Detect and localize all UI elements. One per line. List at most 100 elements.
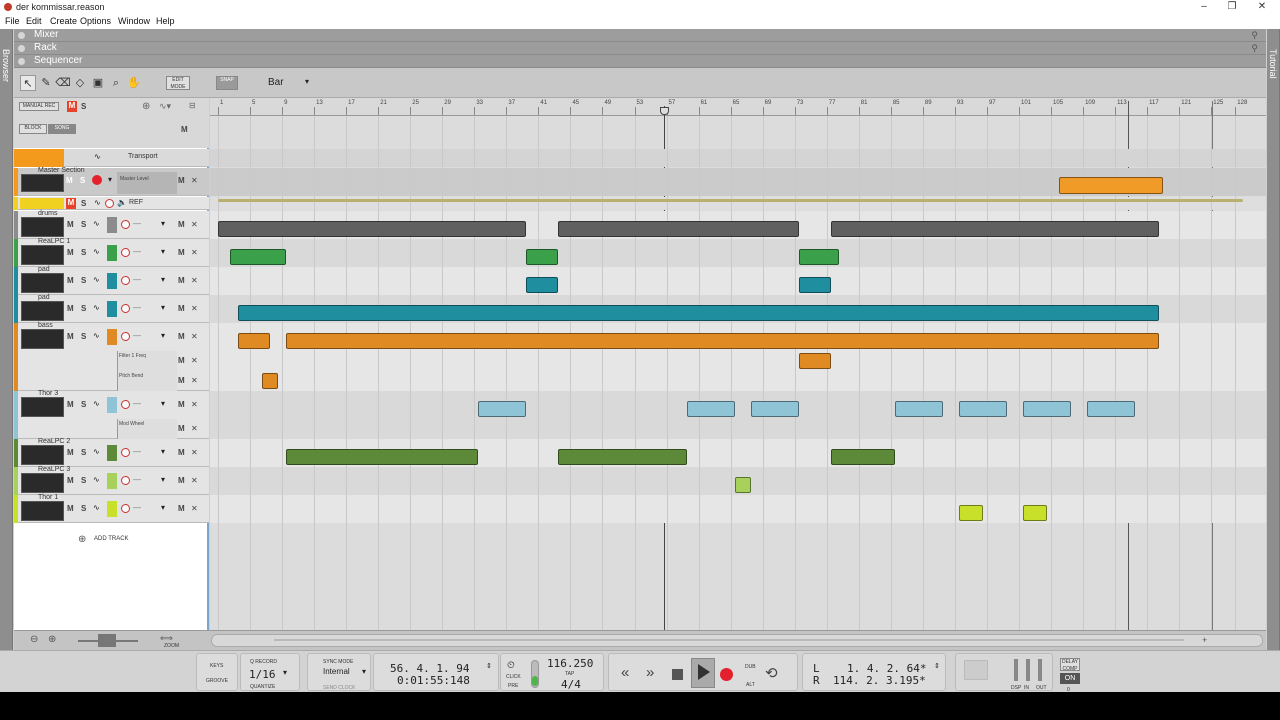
close-button[interactable]: ✕ bbox=[1250, 1, 1274, 13]
sequencer-clip[interactable] bbox=[750, 401, 799, 417]
q-record-label[interactable]: Q RECORD bbox=[250, 659, 277, 665]
track-name[interactable]: Master Section bbox=[38, 167, 85, 174]
tutorial-strip[interactable]: Tutorial bbox=[1267, 29, 1280, 650]
rack-panel-bar[interactable]: Rack ⚲ bbox=[14, 42, 1266, 55]
close-icon[interactable]: ✕ bbox=[191, 220, 198, 229]
position-stepper-icon[interactable]: ⇕ bbox=[486, 662, 492, 670]
mute-button[interactable]: M bbox=[67, 248, 74, 257]
track-name[interactable]: ReaLPC 3 bbox=[38, 466, 70, 473]
groove-button[interactable]: GROOVE bbox=[206, 678, 228, 684]
sequencer-clip[interactable] bbox=[238, 305, 1160, 321]
add-track-icon[interactable]: ⊕ bbox=[78, 534, 86, 545]
track-mute-button[interactable]: M bbox=[178, 304, 185, 313]
automation-icon[interactable]: ∿ bbox=[93, 331, 100, 340]
track-level-icon[interactable]: — bbox=[133, 275, 141, 284]
solo-button[interactable]: S bbox=[81, 199, 86, 208]
record-icon[interactable] bbox=[720, 668, 733, 681]
record-enable-button[interactable] bbox=[121, 220, 130, 229]
track-mute-button[interactable]: M bbox=[178, 276, 185, 285]
solo-button[interactable]: S bbox=[81, 400, 86, 409]
mute-button[interactable]: M bbox=[66, 198, 76, 209]
eraser-tool-icon[interactable]: ⌫ bbox=[55, 75, 71, 91]
mute-button[interactable]: M bbox=[67, 448, 74, 457]
mute-button[interactable]: M bbox=[67, 504, 74, 513]
sequencer-arrangement[interactable]: 1 5 9 13 17 21 25 29 33 37 41 45 49 53 57 61 65 69 73 77 81 8… bbox=[210, 98, 1266, 630]
edit-mode-button[interactable]: EDIT MODE bbox=[166, 76, 190, 90]
mixer-panel-bar[interactable]: Mixer ⚲ bbox=[14, 29, 1266, 42]
track-name[interactable]: ReaLPC 1 bbox=[38, 238, 70, 245]
record-enable-button[interactable] bbox=[121, 400, 130, 409]
track-mute-button[interactable]: M bbox=[178, 220, 185, 229]
close-icon[interactable]: ✕ bbox=[191, 424, 198, 433]
device-thumbnail[interactable] bbox=[21, 217, 64, 237]
solo-button[interactable]: S bbox=[81, 220, 86, 229]
device-thumbnail[interactable] bbox=[21, 501, 64, 521]
track-mute-button[interactable]: M bbox=[178, 332, 185, 341]
device-thumbnail[interactable] bbox=[21, 329, 64, 349]
mute-button[interactable]: M bbox=[67, 220, 74, 229]
maximize-button[interactable]: ❐ bbox=[1220, 1, 1244, 13]
chevron-down-icon[interactable]: ▾ bbox=[161, 303, 165, 312]
track-level-icon[interactable]: — bbox=[133, 331, 141, 340]
device-thumbnail[interactable] bbox=[21, 174, 64, 192]
track-mute-button[interactable]: M bbox=[178, 448, 185, 457]
lane-mute-button[interactable]: M bbox=[178, 356, 185, 365]
alt-button[interactable]: ALT bbox=[746, 682, 755, 688]
solo-button[interactable]: S bbox=[81, 476, 86, 485]
sequencer-clip[interactable] bbox=[218, 221, 527, 237]
automation-icon[interactable]: ∿▾ bbox=[159, 101, 171, 112]
solo-button[interactable]: S bbox=[81, 248, 86, 257]
close-icon[interactable]: ✕ bbox=[191, 356, 198, 365]
track-mute-button[interactable]: M bbox=[178, 400, 185, 409]
track-header[interactable]: pad M S ∿ — ▾ M ✕ bbox=[14, 294, 209, 323]
track-lane[interactable] bbox=[210, 267, 1266, 295]
sequencer-clip[interactable] bbox=[798, 277, 831, 293]
delay-comp-on-button[interactable]: ON bbox=[1060, 673, 1080, 684]
track-header[interactable]: ReaLPC 2 M S ∿ — ▾ M ✕ bbox=[14, 438, 209, 467]
pin-icon[interactable]: ⚲ bbox=[1251, 30, 1258, 41]
track-name[interactable]: Thor 3 bbox=[38, 390, 58, 397]
sequencer-clip[interactable] bbox=[262, 373, 279, 389]
track-name[interactable]: ReaLPC 2 bbox=[38, 438, 70, 445]
pin-icon[interactable]: ⚲ bbox=[1251, 43, 1258, 54]
dub-button[interactable]: DUB bbox=[745, 664, 756, 670]
stop-icon[interactable] bbox=[672, 669, 683, 680]
menu-window[interactable]: Window bbox=[118, 16, 150, 26]
track-lane[interactable] bbox=[210, 495, 1266, 523]
track-header[interactable]: Thor 1 M S ∿ — ▾ M ✕ bbox=[14, 494, 209, 523]
device-thumbnail[interactable] bbox=[21, 273, 64, 293]
chevron-down-icon[interactable]: ▾ bbox=[362, 667, 366, 676]
record-enable-button[interactable] bbox=[121, 276, 130, 285]
solo-button[interactable]: S bbox=[81, 304, 86, 313]
device-thumbnail[interactable] bbox=[21, 445, 64, 465]
track-mute-button[interactable]: M bbox=[178, 504, 185, 513]
add-icon[interactable]: ⊕ bbox=[142, 101, 150, 112]
chevron-down-icon[interactable]: ▾ bbox=[161, 475, 165, 484]
automation-icon[interactable]: ∿ bbox=[94, 198, 101, 207]
automation-icon[interactable]: ∿ bbox=[93, 303, 100, 312]
playhead-handle[interactable] bbox=[660, 107, 669, 115]
mute-button[interactable]: M bbox=[66, 176, 73, 185]
minimize-button[interactable]: – bbox=[1192, 1, 1216, 13]
track-header[interactable]: bass M S ∿ — ▾ M ✕ Filter 1 Freq M ✕ Pitch Bend M ✕ bbox=[14, 322, 209, 391]
tap-button[interactable]: TAP bbox=[565, 671, 574, 677]
track-header[interactable]: ReaLPC 1 M S ∿ — ▾ M ✕ bbox=[14, 238, 209, 267]
close-icon[interactable]: ✕ bbox=[191, 332, 198, 341]
sequencer-clip[interactable] bbox=[238, 333, 271, 349]
chevron-down-icon[interactable]: ▾ bbox=[161, 219, 165, 228]
sequencer-clip[interactable] bbox=[526, 277, 559, 293]
sequencer-clip[interactable] bbox=[478, 401, 527, 417]
record-enable-button[interactable] bbox=[92, 175, 102, 185]
select-tool-icon[interactable]: ↖ bbox=[20, 75, 36, 91]
song-button[interactable]: SONG bbox=[48, 124, 76, 134]
speaker-icon[interactable]: 🔈 bbox=[117, 198, 127, 207]
sequencer-panel-bar[interactable]: Sequencer bbox=[14, 55, 1266, 68]
sequencer-clip[interactable] bbox=[286, 333, 1160, 349]
add-track-button[interactable]: ADD TRACK bbox=[94, 536, 129, 542]
track-level-icon[interactable]: — bbox=[133, 399, 141, 408]
close-icon[interactable]: ✕ bbox=[191, 504, 198, 513]
track-name[interactable]: Transport bbox=[128, 153, 158, 160]
record-enable-button[interactable] bbox=[121, 476, 130, 485]
mute-button[interactable]: M bbox=[67, 304, 74, 313]
menu-options[interactable]: Options bbox=[80, 16, 111, 26]
